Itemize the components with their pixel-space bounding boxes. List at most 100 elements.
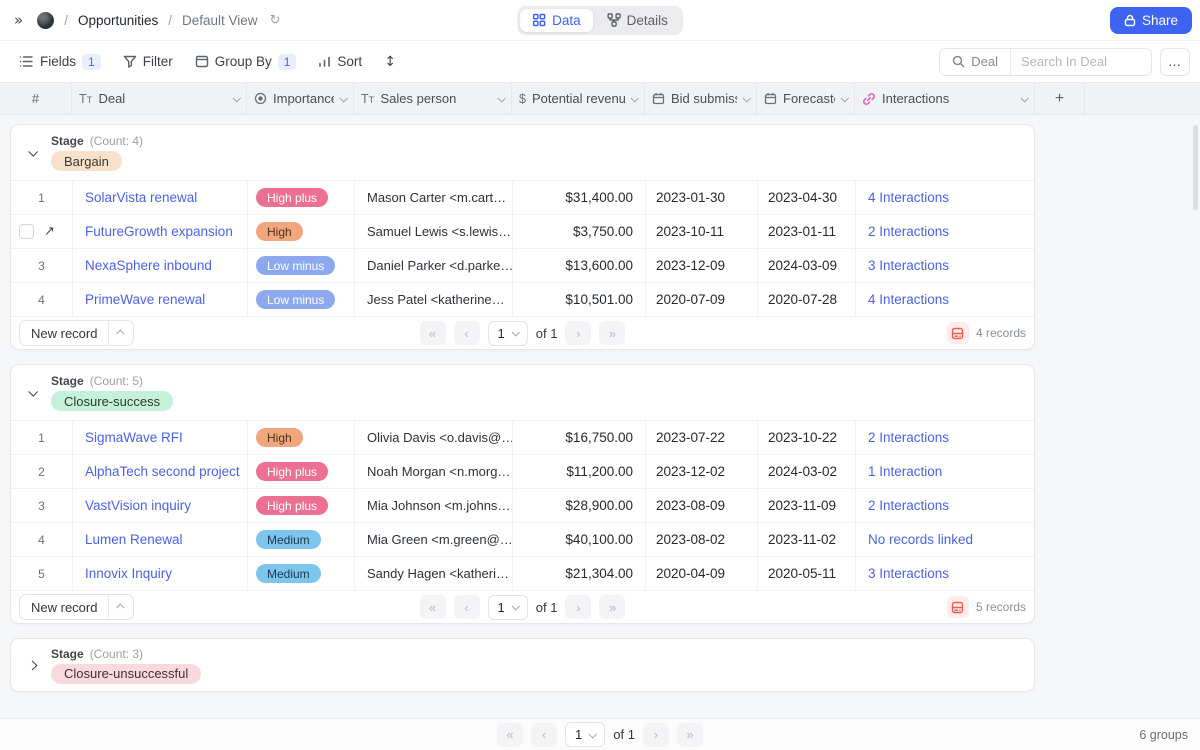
add-field-button[interactable]: + [1035, 83, 1085, 114]
deal-link[interactable]: Innovix Inquiry [85, 566, 172, 581]
row-number: 1 [11, 421, 73, 454]
page-select[interactable]: 1 [488, 321, 528, 346]
tab-data[interactable]: Data [520, 9, 593, 32]
table-row[interactable]: 3 NexaSphere inbound Low minus Daniel Pa… [11, 248, 1034, 282]
page-select[interactable]: 1 [565, 722, 605, 747]
interactions-link[interactable]: 1 Interaction [868, 464, 942, 479]
bid-date-cell: 2023-12-09 [646, 249, 758, 282]
row-height-button[interactable]: ↕ [375, 48, 405, 76]
deal-link[interactable]: FutureGrowth expansion [85, 224, 233, 239]
chevron-down-icon[interactable] [840, 94, 848, 102]
share-button[interactable]: Share [1110, 7, 1192, 34]
interactions-link[interactable]: 4 Interactions [868, 292, 949, 307]
deal-link[interactable]: SolarVista renewal [85, 190, 197, 205]
deal-link[interactable]: Lumen Renewal [85, 532, 183, 547]
table-row[interactable]: 2 AlphaTech second project High plus Noa… [11, 454, 1034, 488]
next-page-button[interactable]: › [565, 321, 591, 345]
record-count: 5 records [947, 596, 1026, 618]
column-header-forecasted[interactable]: Forecasted... [757, 83, 855, 114]
more-options-button[interactable]: … [1160, 48, 1190, 76]
column-header-potential-revenue[interactable]: $ Potential revenue [512, 83, 645, 114]
search-field-selector[interactable]: Deal [940, 49, 1011, 75]
table-row[interactable]: 4 PrimeWave renewal Low minus Jess Patel… [11, 282, 1034, 316]
group-value-badge[interactable]: Closure-unsuccessful [51, 664, 201, 684]
page-total-label: of 1 [536, 326, 558, 341]
chevron-down-icon[interactable] [742, 94, 750, 102]
interactions-link[interactable]: 4 Interactions [868, 190, 949, 205]
text-field-icon: TT [79, 92, 92, 106]
collapse-sidebar-icon[interactable]: » [8, 9, 29, 31]
interactions-link[interactable]: No records linked [868, 532, 973, 547]
table-row[interactable]: 4 Lumen Renewal Medium Mia Green <m.gree… [11, 522, 1034, 556]
expand-record-icon[interactable]: ↗ [44, 224, 55, 239]
table-row[interactable]: 1 SigmaWave RFI High Olivia Davis <o.dav… [11, 420, 1034, 454]
chevron-down-icon[interactable] [1020, 94, 1028, 102]
deal-link[interactable]: SigmaWave RFI [85, 430, 183, 445]
deal-link[interactable]: PrimeWave renewal [85, 292, 205, 307]
fields-button[interactable]: Fields 1 [10, 48, 110, 76]
previous-page-button[interactable]: ‹ [454, 595, 480, 619]
first-page-button[interactable]: « [420, 321, 446, 345]
breadcrumb-view-name[interactable]: Default View [182, 13, 258, 28]
last-page-button[interactable]: » [677, 723, 703, 747]
last-page-button[interactable]: » [599, 595, 625, 619]
search-box: Deal [939, 48, 1152, 76]
interactions-link[interactable]: 2 Interactions [868, 430, 949, 445]
group-value-badge[interactable]: Bargain [51, 151, 122, 171]
column-header-interactions[interactable]: Interactions [855, 83, 1035, 114]
previous-page-button[interactable]: ‹ [454, 321, 480, 345]
column-header-deal[interactable]: TT Deal [72, 83, 247, 114]
column-header-bid-submission[interactable]: Bid submissi... [645, 83, 757, 114]
chevron-down-icon[interactable] [339, 94, 347, 102]
vertical-scrollbar[interactable] [1193, 125, 1198, 210]
interactions-link[interactable]: 3 Interactions [868, 258, 949, 273]
tab-details[interactable]: Details [595, 9, 680, 32]
sort-button[interactable]: Sort [309, 48, 371, 75]
next-page-button[interactable]: › [643, 723, 669, 747]
base-emoji-icon[interactable] [37, 12, 54, 29]
new-record-dropdown[interactable] [109, 595, 133, 619]
filter-button[interactable]: Filter [114, 48, 182, 75]
deal-link[interactable]: AlphaTech second project [85, 464, 240, 479]
chevron-down-icon[interactable] [630, 94, 638, 102]
sales-person-cell: Mia Green <m.green@… [355, 523, 513, 556]
interactions-link[interactable]: 2 Interactions [868, 224, 949, 239]
grid-icon [532, 13, 546, 27]
first-page-button[interactable]: « [497, 723, 523, 747]
interactions-link[interactable]: 2 Interactions [868, 498, 949, 513]
table-row-hovered[interactable]: ↗ FutureGrowth expansion High Samuel Lew… [11, 214, 1034, 248]
column-header-importance[interactable]: Importance [247, 83, 354, 114]
table-row[interactable]: 5 Innovix Inquiry Medium Sandy Hagen <ka… [11, 556, 1034, 590]
filter-funnel-icon [123, 55, 137, 68]
breadcrumb-table-name[interactable]: Opportunities [78, 13, 158, 28]
new-record-dropdown[interactable] [109, 321, 133, 345]
bid-date-cell: 2023-07-22 [646, 421, 758, 454]
page-select[interactable]: 1 [488, 595, 528, 620]
chevron-down-icon[interactable] [497, 94, 505, 102]
row-checkbox[interactable] [19, 224, 34, 239]
next-page-button[interactable]: › [565, 595, 591, 619]
previous-page-button[interactable]: ‹ [531, 723, 557, 747]
column-header-sales-person[interactable]: TT Sales person [354, 83, 512, 114]
expand-group-icon[interactable] [21, 662, 43, 669]
first-page-button[interactable]: « [420, 595, 446, 619]
group-by-button[interactable]: Group By 1 [186, 48, 306, 76]
new-record-button[interactable]: New record [20, 595, 109, 619]
records-icon [947, 322, 969, 344]
collapse-group-icon[interactable] [21, 389, 43, 396]
table-row[interactable]: 1 SolarVista renewal High plus Mason Car… [11, 180, 1034, 214]
refresh-icon[interactable]: ↻ [270, 13, 281, 28]
search-input[interactable] [1011, 49, 1151, 75]
deal-link[interactable]: VastVision inquiry [85, 498, 191, 513]
collapse-group-icon[interactable] [21, 149, 43, 156]
interactions-link[interactable]: 3 Interactions [868, 566, 949, 581]
last-page-button[interactable]: » [599, 321, 625, 345]
new-record-button[interactable]: New record [20, 321, 109, 345]
table-row[interactable]: 3 VastVision inquiry High plus Mia Johns… [11, 488, 1034, 522]
group-value-badge[interactable]: Closure-success [51, 391, 173, 411]
record-count-label: 4 records [976, 326, 1026, 340]
deal-link[interactable]: NexaSphere inbound [85, 258, 212, 273]
filter-button-label: Filter [143, 54, 173, 69]
page-number: 1 [498, 600, 505, 615]
chevron-down-icon[interactable] [232, 94, 240, 102]
